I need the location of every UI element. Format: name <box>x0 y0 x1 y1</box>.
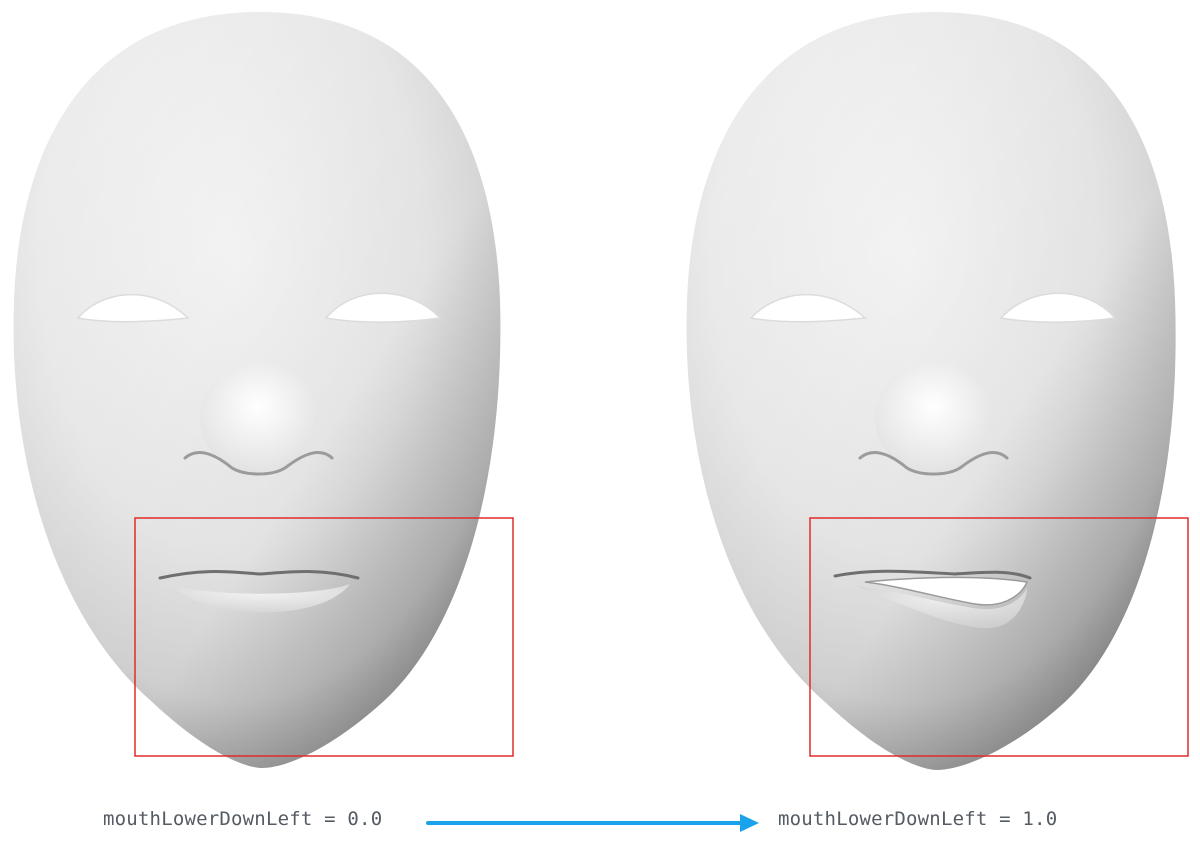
caption-before: mouthLowerDownLeft = 0.0 <box>103 808 383 830</box>
face-neutral-panel <box>0 0 520 780</box>
right-arrow-icon <box>426 814 759 832</box>
face-activated-panel <box>675 0 1200 780</box>
face-neutral-illustration <box>13 12 514 768</box>
face-activated-illustration <box>686 12 1189 770</box>
caption-after: mouthLowerDownLeft = 1.0 <box>778 808 1058 830</box>
